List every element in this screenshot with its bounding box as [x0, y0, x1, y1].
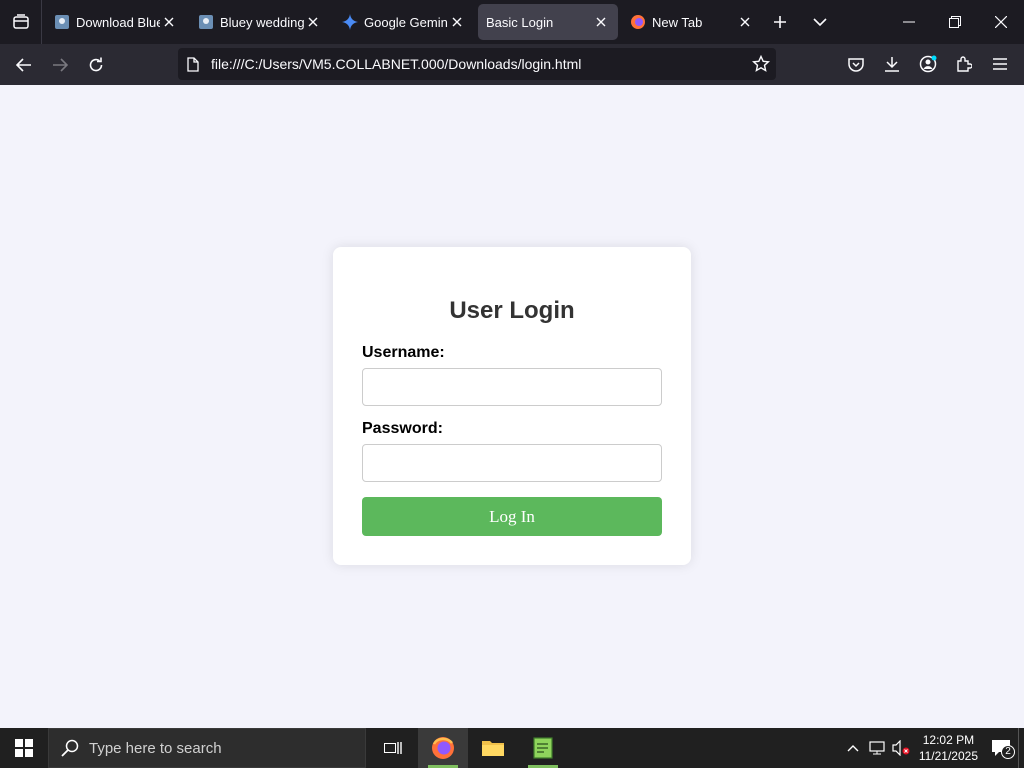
gemini-icon	[342, 14, 358, 30]
show-desktop-button[interactable]	[1018, 728, 1024, 768]
volume-muted-icon	[892, 740, 910, 756]
taskbar-file-explorer[interactable]	[468, 728, 518, 768]
system-tray: 12:02 PM 11/21/2025 2	[841, 728, 1024, 768]
volume-button[interactable]	[889, 732, 913, 764]
login-title: User Login	[449, 297, 575, 324]
image-page-icon	[54, 14, 70, 30]
list-all-tabs-button[interactable]	[798, 0, 842, 44]
star-icon[interactable]	[751, 54, 771, 76]
clock-time: 12:02 PM	[922, 733, 975, 747]
windows-logo-icon	[15, 739, 33, 757]
tab-title: Basic Login	[486, 14, 554, 30]
close-icon[interactable]	[592, 13, 610, 31]
tab-download-bluey[interactable]: Download Bluey	[46, 4, 186, 40]
tab-google-gemini[interactable]: Google Gemini	[334, 4, 474, 40]
tab-bluey-wedding[interactable]: Bluey wedding V	[190, 4, 330, 40]
pocket-button[interactable]	[838, 48, 874, 80]
address-bar[interactable]: file:///C:/Users/VM5.COLLABNET.000/Downl…	[178, 48, 776, 80]
action-center-button[interactable]: 2	[984, 732, 1018, 764]
arrow-left-icon	[16, 57, 31, 72]
tab-basic-login[interactable]: Basic Login	[478, 4, 618, 40]
taskbar-search-box[interactable]: Type here to search	[48, 728, 366, 768]
close-icon	[995, 16, 1007, 28]
chevron-down-icon	[813, 18, 827, 27]
firefox-icon	[630, 14, 646, 30]
clock-date: 11/21/2025	[918, 749, 978, 763]
task-view-icon	[384, 742, 402, 754]
tab-title: Download Bluey	[76, 14, 160, 30]
account-icon	[919, 55, 937, 73]
puzzle-icon	[957, 56, 972, 72]
reload-icon	[89, 57, 103, 71]
login-button[interactable]: Log In	[362, 497, 662, 536]
hamburger-icon	[993, 58, 1007, 70]
download-icon	[885, 57, 899, 72]
password-input[interactable]	[362, 444, 662, 482]
arrow-right-icon	[53, 57, 68, 72]
tab-title: New Tab	[652, 14, 703, 30]
downloads-button[interactable]	[874, 48, 910, 80]
close-window-button[interactable]	[978, 0, 1024, 44]
show-hidden-icons-button[interactable]	[841, 732, 865, 764]
folder-icon	[482, 741, 504, 756]
taskbar-firefox[interactable]	[418, 728, 468, 768]
taskbar-notepad-app[interactable]	[518, 728, 568, 768]
minimize-button[interactable]	[886, 0, 932, 44]
minimize-icon	[903, 21, 915, 23]
back-button[interactable]	[6, 49, 42, 81]
tab-new-tab[interactable]: New Tab	[622, 4, 762, 40]
username-label: Username:	[362, 344, 445, 361]
forward-button[interactable]	[42, 49, 78, 81]
search-icon	[61, 739, 79, 757]
close-icon[interactable]	[304, 13, 322, 31]
reload-button[interactable]	[78, 49, 114, 81]
close-icon[interactable]	[736, 13, 754, 31]
firefox-view-icon	[12, 14, 29, 29]
app-menu-button[interactable]	[982, 48, 1018, 80]
clock[interactable]: 12:02 PM 11/21/2025	[913, 732, 984, 764]
username-input[interactable]	[362, 368, 662, 406]
restore-icon	[949, 16, 961, 28]
search-placeholder: Type here to search	[89, 739, 222, 757]
restore-button[interactable]	[932, 0, 978, 44]
notification-count: 2	[1001, 745, 1015, 759]
plus-icon	[774, 16, 786, 28]
pocket-icon	[848, 57, 864, 72]
close-icon[interactable]	[160, 13, 178, 31]
close-icon[interactable]	[448, 13, 466, 31]
network-icon	[869, 741, 885, 755]
login-card: User Login Username: Password: Log In	[333, 247, 691, 565]
extensions-button[interactable]	[946, 48, 982, 80]
url-text: file:///C:/Users/VM5.COLLABNET.000/Downl…	[211, 56, 582, 72]
page-content: User Login Username: Password: Log In	[0, 85, 1024, 728]
browser-tab-bar: Download Bluey Bluey wedding V Google Ge…	[0, 0, 1024, 44]
account-button[interactable]	[910, 48, 946, 80]
navigation-toolbar: file:///C:/Users/VM5.COLLABNET.000/Downl…	[0, 44, 1024, 85]
page-icon	[178, 56, 208, 72]
password-label: Password:	[362, 420, 443, 437]
firefox-view-button[interactable]	[0, 0, 42, 44]
network-button[interactable]	[865, 732, 889, 764]
tab-title: Bluey wedding V	[220, 14, 304, 30]
tab-title: Google Gemini	[364, 14, 448, 30]
chevron-up-icon	[847, 745, 859, 752]
task-view-button[interactable]	[368, 728, 418, 768]
image-page-icon	[198, 14, 214, 30]
start-button[interactable]	[0, 728, 48, 768]
windows-taskbar: Type here to search 12:02 PM 11/21/2025 …	[0, 728, 1024, 768]
new-tab-button[interactable]	[762, 0, 798, 44]
firefox-icon	[432, 737, 454, 759]
notepad-icon	[533, 737, 553, 759]
